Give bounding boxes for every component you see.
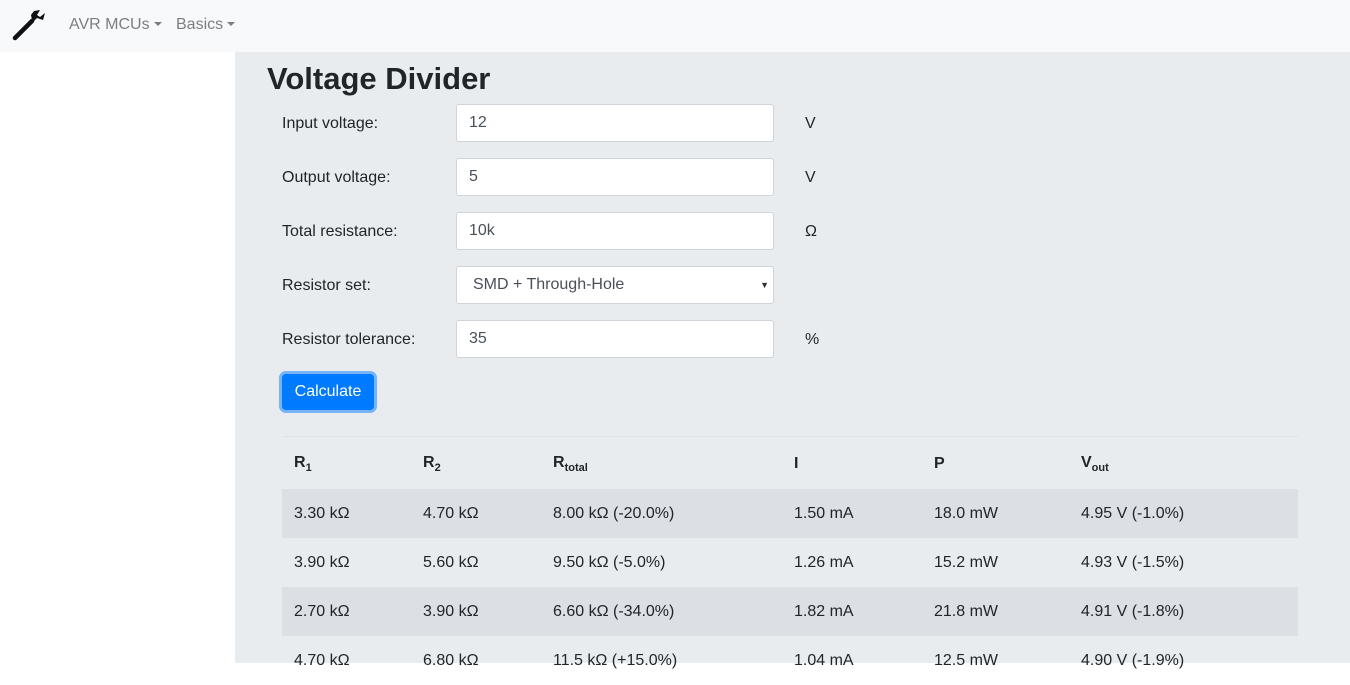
total-resistance-unit: Ω — [805, 223, 817, 240]
calculate-button[interactable]: Calculate — [282, 374, 374, 410]
cell-r1: 4.70 kΩ — [294, 651, 350, 669]
table-row: 3.30 kΩ 4.70 kΩ 8.00 kΩ (-20.0%) 1.50 mA… — [282, 489, 1298, 538]
cell-current: 1.26 mA — [794, 553, 854, 571]
cell-rtotal: 11.5 kΩ (+15.0%) — [553, 651, 678, 669]
table-row: 3.90 kΩ 5.60 kΩ 9.50 kΩ (-5.0%) 1.26 mA … — [282, 538, 1298, 587]
table-row: 4.70 kΩ 6.80 kΩ 11.5 kΩ (+15.0%) 1.04 mA… — [282, 636, 1298, 685]
resistor-set-select[interactable]: SMD + Through-Hole ▼ — [456, 266, 774, 304]
cell-r2: 6.80 kΩ — [423, 651, 479, 669]
resistor-tolerance-unit: % — [805, 331, 820, 348]
cell-vout: 4.91 V (-1.8%) — [1069, 587, 1298, 636]
total-resistance-label: Total resistance: — [282, 223, 398, 240]
cell-rtotal: 8.00 kΩ (-20.0%) — [541, 489, 782, 538]
nav-menu-avr-mcus[interactable]: AVR MCUs — [69, 15, 162, 34]
cell-power: 21.8 mW — [922, 587, 1069, 636]
nav-menu-basics[interactable]: Basics — [176, 15, 236, 34]
cell-vout: 4.93 V (-1.5%) — [1081, 553, 1185, 571]
cell-current: 1.04 mA — [794, 651, 854, 669]
cell-power: 12.5 mW — [934, 651, 999, 669]
header-r2: R2 — [423, 454, 441, 474]
header-rtotal: Rtotal — [553, 454, 588, 474]
resistor-tolerance-field[interactable] — [456, 320, 774, 358]
cell-r1: 3.30 kΩ — [282, 489, 411, 538]
cell-r1: 2.70 kΩ — [282, 587, 411, 636]
input-voltage-label: Input voltage: — [282, 115, 379, 132]
results-table: R1 R2 Rtotal I P Vout 3.30 kΩ 4.70 kΩ 8.… — [282, 436, 1298, 685]
dropdown-arrow-icon: ▼ — [760, 280, 769, 290]
total-resistance-field[interactable] — [456, 212, 774, 250]
cell-r2: 5.60 kΩ — [423, 553, 479, 571]
header-r1: R1 — [294, 454, 312, 474]
cell-power: 18.0 mW — [922, 489, 1069, 538]
header-vout: Vout — [1081, 454, 1109, 474]
cell-power: 15.2 mW — [934, 553, 999, 571]
cell-vout: 4.90 V (-1.9%) — [1081, 651, 1185, 669]
cell-current: 1.50 mA — [782, 489, 922, 538]
output-voltage-label: Output voltage: — [282, 169, 391, 186]
nav-menu-label: AVR MCUs — [69, 16, 150, 33]
cell-vout: 4.95 V (-1.0%) — [1069, 489, 1298, 538]
cell-r2: 3.90 kΩ — [411, 587, 541, 636]
nav-menu-label: Basics — [176, 16, 224, 33]
table-header-row: R1 R2 Rtotal I P Vout — [282, 437, 1298, 490]
table-row: 2.70 kΩ 3.90 kΩ 6.60 kΩ (-34.0%) 1.82 mA… — [282, 587, 1298, 636]
cell-current: 1.82 mA — [782, 587, 922, 636]
input-voltage-field[interactable] — [456, 104, 774, 142]
wrench-icon[interactable] — [12, 9, 46, 41]
main-content: Voltage Divider Input voltage: V Output … — [235, 52, 1350, 669]
page-title: Voltage Divider — [267, 61, 491, 96]
header-current: I — [794, 455, 799, 472]
cell-rtotal: 9.50 kΩ (-5.0%) — [553, 553, 666, 571]
output-voltage-unit: V — [805, 169, 816, 186]
navbar: AVR MCUs Basics — [0, 0, 1350, 52]
cell-rtotal: 6.60 kΩ (-34.0%) — [541, 587, 782, 636]
header-power: P — [934, 455, 945, 472]
chevron-down-icon — [153, 22, 162, 26]
resistor-tolerance-label: Resistor tolerance: — [282, 331, 416, 348]
cell-r2: 4.70 kΩ — [411, 489, 541, 538]
resistor-set-value: SMD + Through-Hole — [473, 276, 625, 293]
input-voltage-unit: V — [805, 115, 816, 132]
resistor-set-label: Resistor set: — [282, 277, 371, 294]
output-voltage-field[interactable] — [456, 158, 774, 196]
chevron-down-icon — [227, 22, 236, 26]
cell-r1: 3.90 kΩ — [294, 553, 350, 571]
